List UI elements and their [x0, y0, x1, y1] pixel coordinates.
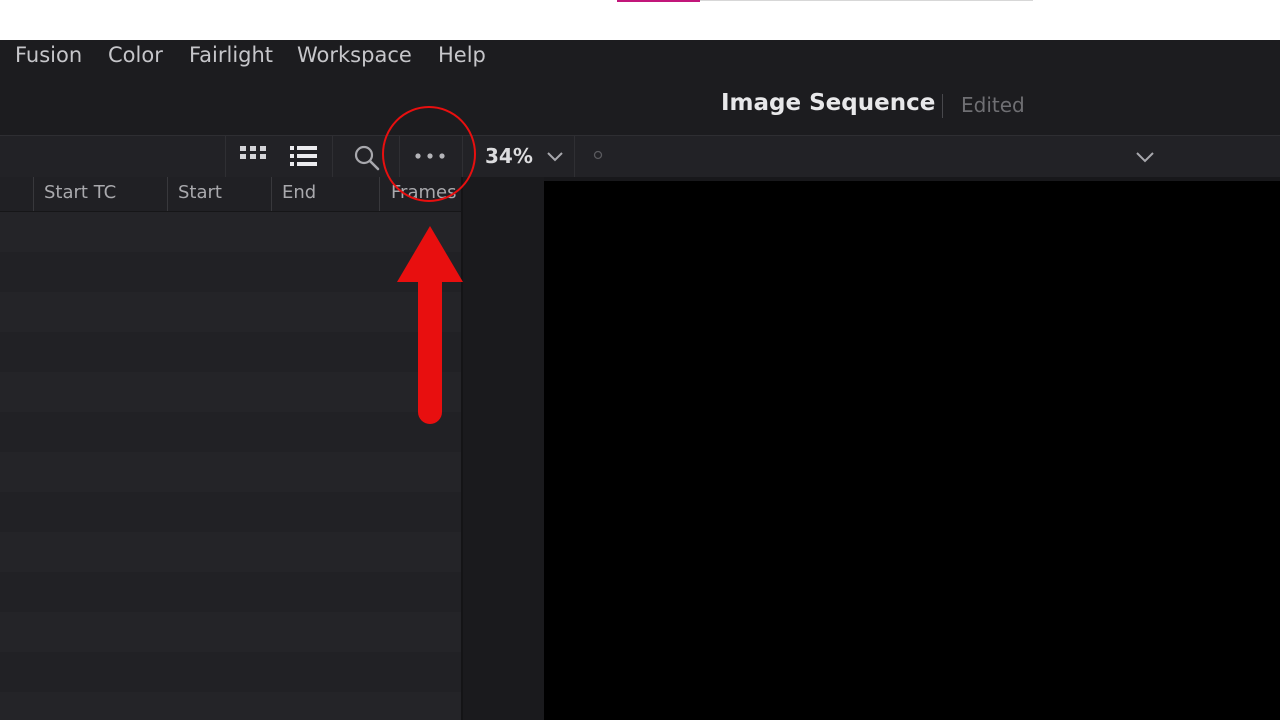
- column-separator[interactable]: [33, 177, 34, 211]
- divider-line: [700, 0, 1033, 1]
- more-options-icon[interactable]: [413, 151, 449, 161]
- toolbar-separator: [399, 136, 400, 177]
- menu-bar: Fusion Color Fairlight Workspace Help: [0, 40, 1280, 74]
- column-end[interactable]: End: [282, 182, 316, 203]
- title-divider: [942, 94, 943, 118]
- menu-fusion[interactable]: Fusion: [15, 43, 82, 67]
- column-start-tc[interactable]: Start TC: [44, 182, 116, 203]
- menu-help[interactable]: Help: [438, 43, 486, 67]
- toolbar-separator: [462, 136, 463, 177]
- media-pool-column-header: Start TC Start End Frames: [0, 177, 462, 212]
- toolbar-separator: [225, 136, 226, 177]
- list-view-icon[interactable]: [290, 146, 318, 168]
- toolbar-separator: [574, 136, 575, 177]
- menu-color[interactable]: Color: [108, 43, 163, 67]
- source-viewer[interactable]: [544, 181, 1280, 720]
- grid-view-icon[interactable]: [240, 146, 268, 166]
- menu-fairlight[interactable]: Fairlight: [189, 43, 273, 67]
- media-pool-list[interactable]: [0, 212, 462, 720]
- media-pool-toolbar: 34%: [0, 135, 1280, 177]
- accent-bar: [617, 0, 700, 2]
- column-separator[interactable]: [167, 177, 168, 211]
- column-separator[interactable]: [379, 177, 380, 211]
- top-strip: [0, 0, 1280, 40]
- menu-workspace[interactable]: Workspace: [297, 43, 412, 67]
- column-frames[interactable]: Frames: [391, 182, 456, 203]
- column-separator[interactable]: [271, 177, 272, 211]
- viewer-zoom-level[interactable]: 34%: [485, 144, 533, 168]
- project-title: Image Sequence: [721, 90, 936, 116]
- toolbar-separator: [332, 136, 333, 177]
- viewer-dropdown-chevron-icon[interactable]: [1136, 152, 1154, 163]
- column-start[interactable]: Start: [178, 182, 222, 203]
- project-status: Edited: [961, 93, 1025, 117]
- status-dot-icon: [593, 150, 603, 160]
- viewer-gutter: [463, 177, 544, 720]
- search-icon[interactable]: [353, 144, 381, 172]
- zoom-dropdown-chevron-icon[interactable]: [547, 152, 563, 162]
- project-title-bar: Image Sequence Edited: [0, 74, 1280, 135]
